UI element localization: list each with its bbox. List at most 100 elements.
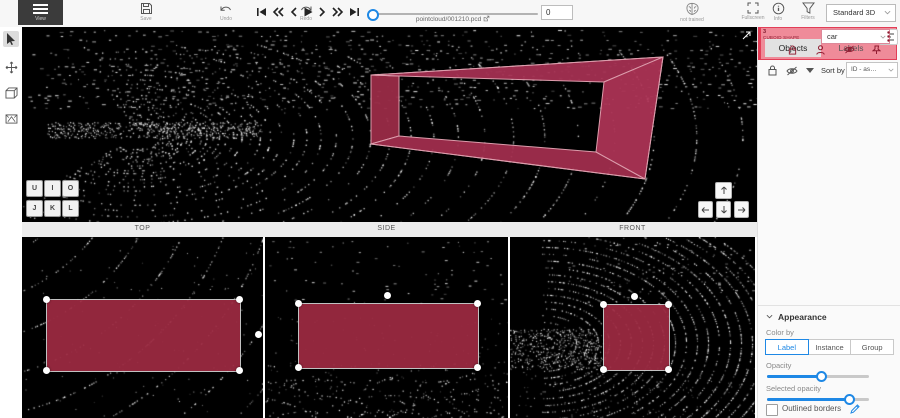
save-button[interactable]: Save [128, 2, 164, 22]
object-menu-button[interactable] [887, 31, 890, 42]
opacity-slider-fill [767, 375, 821, 378]
fast-forward-button[interactable] [331, 6, 346, 21]
arrow-pad [698, 182, 749, 218]
save-icon [128, 2, 164, 15]
resize-handle[interactable] [295, 300, 302, 307]
move-tool-button[interactable] [3, 59, 19, 75]
rotate-handle[interactable] [631, 293, 638, 300]
eye-off-icon [786, 66, 798, 76]
object-visibility-button[interactable] [844, 45, 855, 54]
arrow-left-button[interactable] [698, 201, 713, 218]
cuboid-annotation[interactable] [22, 27, 757, 222]
resize-handle[interactable] [600, 366, 607, 373]
view-label-strip: TOP SIDE FRONT [22, 222, 757, 237]
front-view-panel[interactable] [510, 237, 755, 418]
chevron-down-icon [766, 314, 773, 319]
object-class-select[interactable]: car [821, 29, 890, 44]
main-menu-button[interactable]: View [18, 0, 63, 25]
expand-view-icon[interactable] [742, 31, 751, 40]
hotkey-o[interactable]: O [62, 180, 79, 197]
chevron-down-icon [880, 35, 886, 39]
chevron-down-icon [888, 68, 894, 72]
person-icon [816, 45, 825, 55]
pencil-icon [850, 404, 860, 414]
main-3d-view[interactable]: U I O J K L [22, 27, 757, 222]
hotkey-l[interactable]: L [62, 200, 79, 217]
hotkey-j[interactable]: J [26, 200, 43, 217]
cursor-icon [6, 33, 16, 45]
rewind-button[interactable] [272, 6, 287, 21]
model-status-button[interactable]: not trained [672, 2, 712, 23]
pin-icon [872, 45, 881, 55]
color-by-label-option[interactable]: Label [765, 339, 809, 355]
top-view-annotation[interactable] [46, 299, 241, 372]
color-by-instance-option[interactable]: Instance [809, 339, 852, 355]
resize-handle[interactable] [236, 296, 243, 303]
hotkey-i[interactable]: I [44, 180, 61, 197]
brain-icon [672, 2, 712, 16]
top-toolbar: View Save Undo Redo pointcloud/001210.pc… [0, 0, 900, 28]
arrow-down-button[interactable] [716, 201, 731, 218]
resize-handle[interactable] [665, 366, 672, 373]
hotkey-u[interactable]: U [26, 180, 43, 197]
resize-handle[interactable] [43, 367, 50, 374]
cuboid-icon [5, 87, 18, 99]
view-mode-select[interactable]: Standard 3D [826, 4, 896, 22]
select-tool-button[interactable] [3, 31, 19, 47]
outlined-borders-edit-button[interactable] [850, 404, 860, 414]
opacity-label: Opacity [766, 361, 791, 370]
side-view-panel[interactable] [265, 237, 508, 418]
resize-handle[interactable] [474, 300, 481, 307]
front-view-annotation[interactable] [603, 304, 670, 371]
lock-all-button[interactable] [768, 65, 777, 76]
skip-first-button[interactable] [256, 6, 271, 21]
resize-handle[interactable] [600, 301, 607, 308]
lidar-annotation-app: View Save Undo Redo pointcloud/001210.pc… [0, 0, 900, 418]
selected-opacity-label: Selected opacity [766, 384, 821, 393]
object-assignee-button[interactable] [816, 45, 825, 55]
outlined-borders-label: Outlined borders [782, 404, 841, 413]
object-type: CUBOID SHAPE [763, 35, 799, 40]
resize-handle[interactable] [474, 364, 481, 371]
link-icon [483, 15, 490, 22]
filters-button[interactable]: Filters [793, 2, 823, 21]
object-pin-button[interactable] [872, 45, 881, 55]
arrow-right-button[interactable] [734, 201, 749, 218]
cuboid-tool-button[interactable] [3, 85, 19, 101]
frustum-tool-button[interactable] [3, 111, 19, 127]
lock-icon [788, 45, 797, 55]
side-view-label: SIDE [265, 225, 508, 232]
object-lock-button[interactable] [788, 45, 797, 55]
rotate-handle[interactable] [384, 292, 391, 299]
hotkey-k[interactable]: K [44, 200, 61, 217]
info-icon [763, 2, 793, 15]
resize-handle[interactable] [236, 367, 243, 374]
undo-button[interactable]: Undo [208, 2, 244, 22]
frame-number-input[interactable] [541, 5, 573, 20]
collapse-appearance-button[interactable] [766, 314, 773, 319]
color-by-group-option[interactable]: Group [851, 339, 894, 355]
skip-last-button[interactable] [348, 6, 363, 21]
resize-handle[interactable] [295, 364, 302, 371]
lock-icon [768, 65, 777, 76]
sort-select[interactable]: ID - as… [846, 62, 898, 78]
resize-handle[interactable] [665, 301, 672, 308]
play-button[interactable] [302, 6, 317, 21]
opacity-slider[interactable] [767, 375, 869, 378]
outlined-borders-checkbox[interactable] [766, 404, 778, 416]
collapse-all-button[interactable] [806, 68, 814, 73]
top-view-label: TOP [22, 225, 263, 232]
caret-down-icon [806, 68, 814, 73]
right-panel: Objects Labels Sort by ID - as… 3 CUBOID… [757, 27, 900, 418]
resize-handle[interactable] [43, 296, 50, 303]
opacity-slider-handle[interactable] [816, 371, 827, 382]
rotate-handle[interactable] [255, 331, 262, 338]
selected-opacity-slider[interactable] [767, 398, 869, 401]
arrow-up-button[interactable] [715, 182, 732, 199]
filter-icon [793, 2, 823, 14]
top-view-panel[interactable] [22, 237, 263, 418]
side-view-annotation[interactable] [298, 303, 479, 369]
frustum-icon [5, 114, 18, 124]
info-button[interactable]: Info [763, 2, 793, 22]
hide-all-button[interactable] [786, 66, 798, 76]
